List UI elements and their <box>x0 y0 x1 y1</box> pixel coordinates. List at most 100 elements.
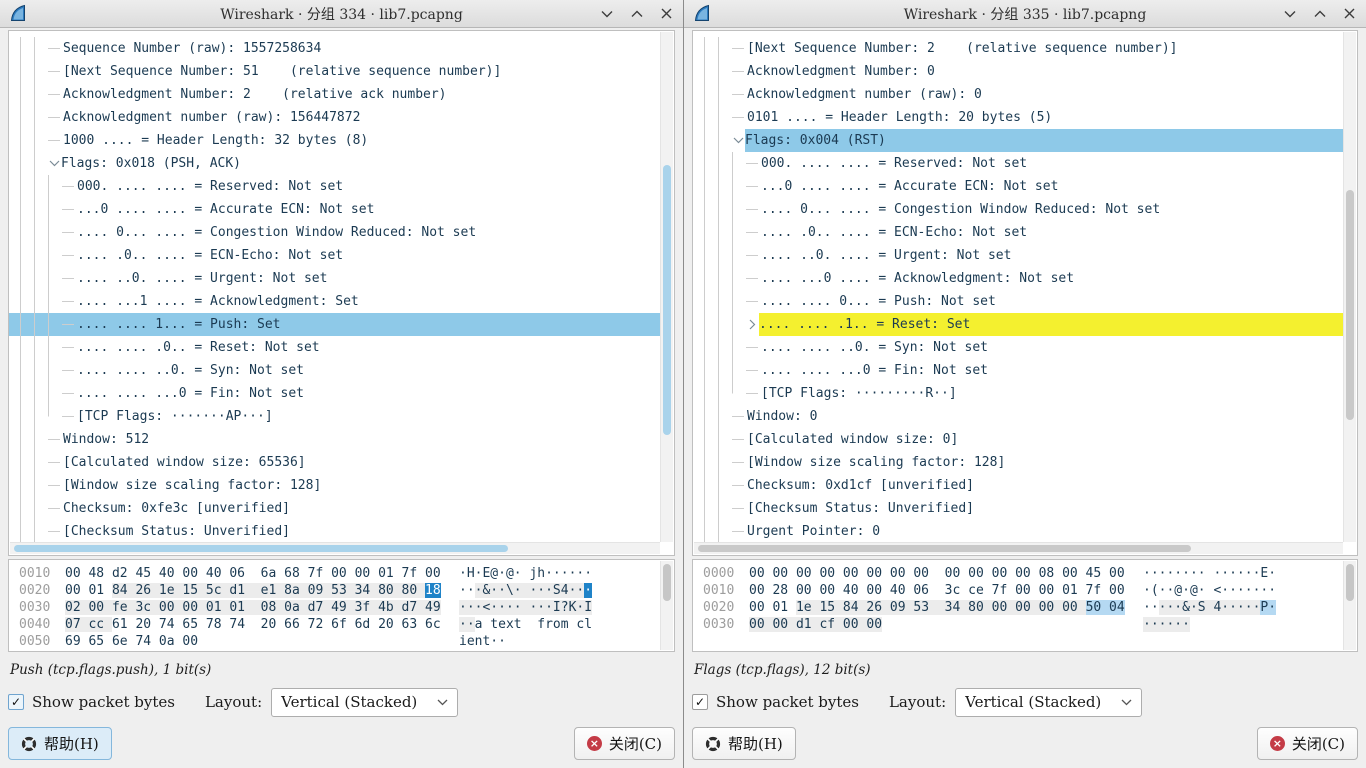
hex-row[interactable]: 002000 01 84 26 1e 15 5c d1 e1 8a 09 53 … <box>19 582 660 599</box>
tree-row[interactable]: Acknowledgment number (raw): 156447872 <box>9 106 660 129</box>
hex-row[interactable]: 004007 cc 61 20 74 65 78 74 20 66 72 6f … <box>19 616 660 633</box>
hex-row[interactable]: 005069 65 6e 74 0a 00ient·· <box>19 633 660 650</box>
packet-detail-tree[interactable]: [Next Sequence Number: 2 (relative seque… <box>692 30 1358 556</box>
show-packet-bytes-checkbox[interactable]: ✓ Show packet bytes <box>8 693 175 711</box>
vertical-scrollbar[interactable] <box>1343 32 1356 542</box>
scrollbar-thumb[interactable] <box>1346 564 1354 601</box>
hex-row[interactable]: 003002 00 fe 3c 00 00 01 01 08 0a d7 49 … <box>19 599 660 616</box>
tree-row[interactable]: ...0 .... .... = Accurate ECN: Not set <box>693 175 1343 198</box>
tree-row[interactable]: 000. .... .... = Reserved: Not set <box>693 152 1343 175</box>
tree-row[interactable]: Checksum: 0xd1cf [unverified] <box>693 474 1343 497</box>
scrollbar-thumb[interactable] <box>1346 190 1354 420</box>
tree-row[interactable]: .... 0... .... = Congestion Window Reduc… <box>9 221 660 244</box>
close-button[interactable]: × 关闭(C) <box>1257 727 1358 760</box>
controls-row: ✓ Show packet bytes Layout: Vertical (St… <box>8 687 675 717</box>
tree-row[interactable]: .... .... ..0. = Syn: Not set <box>693 336 1343 359</box>
tree-indent-guide <box>718 313 732 336</box>
tree-row[interactable]: .... 0... .... = Congestion Window Reduc… <box>693 198 1343 221</box>
scrollbar-thumb[interactable] <box>698 545 1191 552</box>
hex-row[interactable]: 000000 00 00 00 00 00 00 00 00 00 00 00 … <box>703 565 1343 582</box>
hex-row[interactable]: 003000 00 d1 cf 00 00······ <box>703 616 1343 633</box>
tree-row[interactable]: Window: 512 <box>9 428 660 451</box>
show-packet-bytes-checkbox[interactable]: ✓ Show packet bytes <box>692 693 859 711</box>
tree-row[interactable]: [Checksum Status: Unverified] <box>9 520 660 543</box>
scrollbar-thumb[interactable] <box>663 165 671 435</box>
tree-row[interactable]: [Calculated window size: 0] <box>693 428 1343 451</box>
expander-open-icon[interactable] <box>732 129 745 152</box>
tree-row[interactable]: .... ...1 .... = Acknowledgment: Set <box>9 290 660 313</box>
tree-row-content: .... .... .0.. = Reset: Not set <box>62 336 660 359</box>
vertical-scrollbar[interactable] <box>660 32 673 542</box>
tree-row[interactable]: [Window size scaling factor: 128] <box>9 474 660 497</box>
tree-row[interactable]: [Next Sequence Number: 51 (relative sequ… <box>9 60 660 83</box>
tree-row-content: ...0 .... .... = Accurate ECN: Not set <box>62 198 660 221</box>
chevron-up-icon[interactable] <box>1313 7 1326 20</box>
tree-row[interactable]: [Window size scaling factor: 128] <box>693 451 1343 474</box>
close-window-icon[interactable] <box>660 7 673 20</box>
packet-detail-tree[interactable]: Sequence Number (raw): 1557258634[Next S… <box>8 30 675 556</box>
check-icon[interactable]: ✓ <box>692 694 708 710</box>
tree-row[interactable]: .... .... 1... = Push: Set <box>9 313 660 336</box>
tree-row[interactable]: .... .... .0.. = Reset: Not set <box>9 336 660 359</box>
horizontal-scrollbar[interactable] <box>10 542 660 554</box>
tree-row[interactable]: [TCP Flags: ·········R··] <box>693 382 1343 405</box>
tree-row[interactable]: [TCP Flags: ·······AP···] <box>9 405 660 428</box>
tree-row[interactable]: [Next Sequence Number: 2 (relative seque… <box>693 37 1343 60</box>
tree-row[interactable]: .... .... .1.. = Reset: Set <box>693 313 1343 336</box>
packet-bytes-pane[interactable]: 000000 00 00 00 00 00 00 00 00 00 00 00 … <box>692 559 1358 652</box>
close-button[interactable]: × 关闭(C) <box>574 727 675 760</box>
layout-select[interactable]: Vertical (Stacked) <box>955 688 1142 717</box>
help-button[interactable]: 帮助(H) <box>8 727 112 760</box>
packet-bytes-pane[interactable]: 001000 48 d2 45 40 00 40 06 6a 68 7f 00 … <box>8 559 675 652</box>
tree-branch-line <box>746 255 758 256</box>
expander-closed-icon[interactable] <box>746 313 759 336</box>
expander-open-icon[interactable] <box>48 152 61 175</box>
tree-row[interactable]: Acknowledgment Number: 2 (relative ack n… <box>9 83 660 106</box>
tree-indent-guide <box>704 359 718 382</box>
tree-row[interactable]: [Calculated window size: 65536] <box>9 451 660 474</box>
chevron-down-icon[interactable] <box>1283 7 1296 20</box>
tree-row[interactable]: Acknowledgment Number: 0 <box>693 60 1343 83</box>
tree-row[interactable]: .... ...0 .... = Acknowledgment: Not set <box>693 267 1343 290</box>
tree-row[interactable]: .... .0.. .... = ECN-Echo: Not set <box>9 244 660 267</box>
tree-indent-guide <box>704 497 718 520</box>
help-button[interactable]: 帮助(H) <box>692 727 796 760</box>
close-window-icon[interactable] <box>1343 7 1356 20</box>
titlebar[interactable]: Wireshark · 分组 334 · lib7.pcapng <box>0 0 683 28</box>
hex-row[interactable]: 001000 48 d2 45 40 00 40 06 6a 68 7f 00 … <box>19 565 660 582</box>
tree-row[interactable]: .... .... ...0 = Fin: Not set <box>9 382 660 405</box>
chevron-up-icon[interactable] <box>630 7 643 20</box>
vertical-scrollbar[interactable] <box>1343 561 1356 650</box>
tree-row[interactable]: ...0 .... .... = Accurate ECN: Not set <box>9 198 660 221</box>
tree-row[interactable]: .... .... 0... = Push: Not set <box>693 290 1343 313</box>
tree-row[interactable]: 000. .... .... = Reserved: Not set <box>9 175 660 198</box>
tree-row[interactable]: Flags: 0x018 (PSH, ACK) <box>9 152 660 175</box>
hex-row[interactable]: 001000 28 00 00 40 00 40 06 3c ce 7f 00 … <box>703 582 1343 599</box>
tree-row[interactable]: .... ..0. .... = Urgent: Not set <box>9 267 660 290</box>
tree-row[interactable]: Sequence Number (raw): 1557258634 <box>9 37 660 60</box>
tree-row[interactable]: Flags: 0x004 (RST) <box>693 129 1343 152</box>
tree-row[interactable]: .... .... ...0 = Fin: Not set <box>693 359 1343 382</box>
tree-row[interactable]: Checksum: 0xfe3c [unverified] <box>9 497 660 520</box>
scrollbar-thumb[interactable] <box>14 545 508 552</box>
check-icon[interactable]: ✓ <box>8 694 24 710</box>
horizontal-scrollbar[interactable] <box>694 542 1343 554</box>
layout-select[interactable]: Vertical (Stacked) <box>271 688 458 717</box>
hex-row[interactable]: 002000 01 1e 15 84 26 09 53 34 80 00 00 … <box>703 599 1343 616</box>
tree-row[interactable]: 0101 .... = Header Length: 20 bytes (5) <box>693 106 1343 129</box>
vertical-scrollbar[interactable] <box>660 561 673 650</box>
tree-row-content: Flags: 0x018 (PSH, ACK) <box>61 152 660 175</box>
tree-indent-guide <box>732 175 746 198</box>
titlebar[interactable]: Wireshark · 分组 335 · lib7.pcapng <box>684 0 1366 28</box>
tree-row[interactable]: [Checksum Status: Unverified] <box>693 497 1343 520</box>
tree-row[interactable]: .... .... ..0. = Syn: Not set <box>9 359 660 382</box>
tree-row[interactable]: 1000 .... = Header Length: 32 bytes (8) <box>9 129 660 152</box>
scrollbar-thumb[interactable] <box>663 564 671 601</box>
tree-row[interactable]: .... .0.. .... = ECN-Echo: Not set <box>693 221 1343 244</box>
chevron-down-icon[interactable] <box>600 7 613 20</box>
tree-row[interactable]: Window: 0 <box>693 405 1343 428</box>
close-icon: × <box>1270 736 1285 751</box>
tree-row[interactable]: Acknowledgment number (raw): 0 <box>693 83 1343 106</box>
tree-row[interactable]: .... ..0. .... = Urgent: Not set <box>693 244 1343 267</box>
tree-row[interactable]: Urgent Pointer: 0 <box>693 520 1343 543</box>
